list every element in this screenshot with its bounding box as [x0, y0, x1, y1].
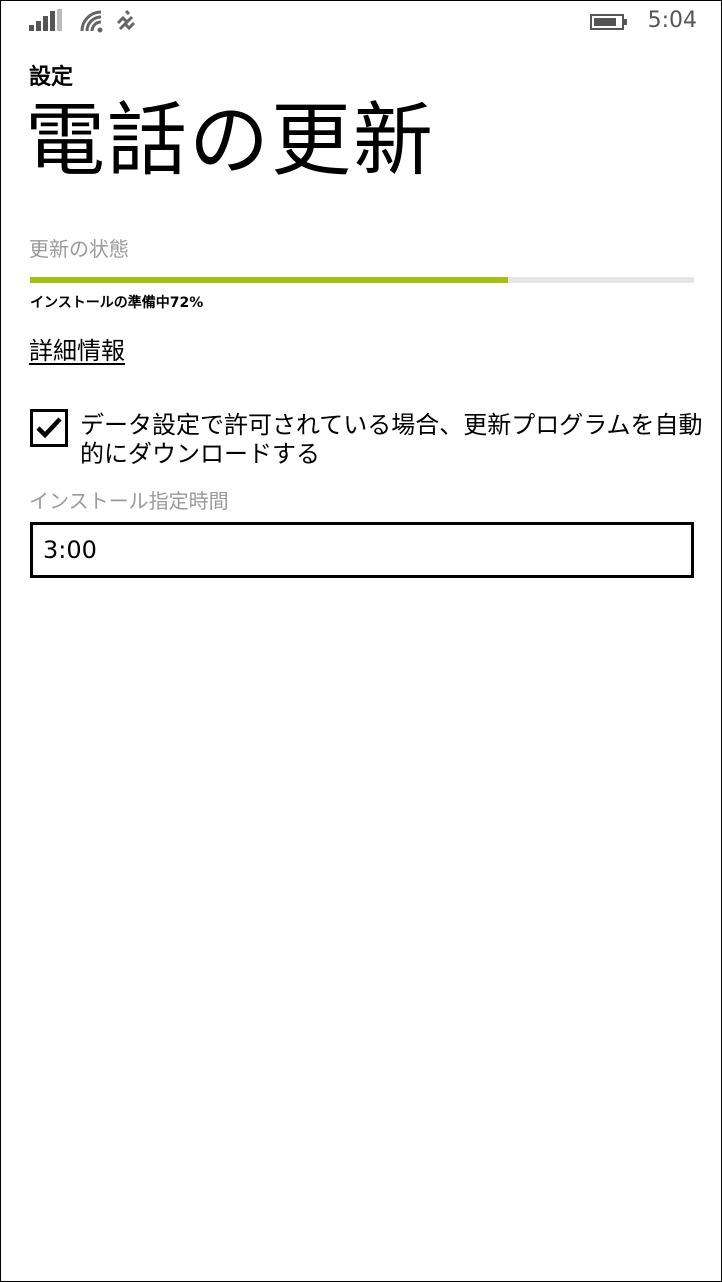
battery-icon: [590, 14, 628, 30]
update-progress-bar: [30, 277, 694, 283]
wifi-icon: [79, 9, 105, 33]
install-time-picker[interactable]: 3:00: [30, 522, 694, 578]
clock: 5:04: [647, 8, 697, 33]
update-progress-text: インストールの準備中72%: [30, 295, 204, 311]
checkmark-icon: [36, 417, 62, 439]
auto-download-label[interactable]: データ設定で許可されている場合、更新プログラムを自動的にダウンロードする: [80, 411, 720, 469]
auto-download-checkbox[interactable]: [30, 409, 68, 447]
auto-download-setting[interactable]: データ設定で許可されている場合、更新プログラムを自動的にダウンロードする: [30, 408, 720, 474]
details-link[interactable]: 詳細情報: [29, 331, 125, 366]
update-status-label: 更新の状態: [29, 237, 129, 261]
phone-screen: 5:04 設定 電話の更新 更新の状態 インストールの準備中72% 詳細情報 デ…: [0, 0, 722, 1282]
update-progress-fill: [30, 277, 509, 283]
install-time-value: 3:00: [43, 536, 97, 564]
app-title: 設定: [29, 65, 74, 90]
page-title: 電話の更新: [25, 94, 435, 187]
status-bar: 5:04: [1, 1, 721, 45]
vibrate-icon: [114, 9, 138, 33]
install-time-label: インストール指定時間: [29, 489, 229, 513]
signal-icon: [29, 9, 65, 31]
